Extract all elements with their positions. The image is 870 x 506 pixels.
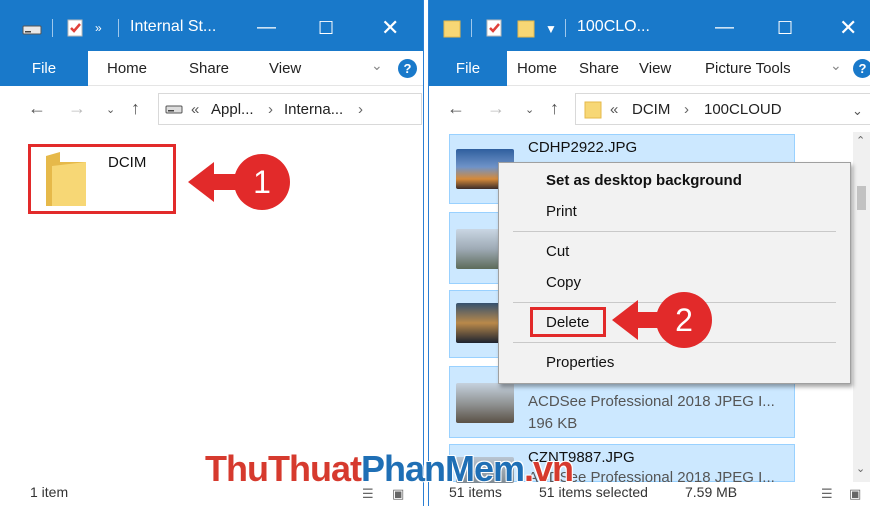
breadcrumb-2[interactable]: Interna... <box>284 101 343 118</box>
menu-item-copy[interactable]: Copy <box>546 274 581 291</box>
watermark-part-2: PhanMem <box>360 448 525 489</box>
menu-item-properties[interactable]: Properties <box>546 354 614 371</box>
left-explorer-window: » Internal St... — ☐ ✕ File Home Share V… <box>0 0 424 506</box>
expand-ribbon-icon[interactable]: ⌄ <box>371 57 383 74</box>
image-thumbnail <box>456 383 514 423</box>
step-1-arrow-badge: 1 <box>188 154 290 210</box>
tab-picture-tools[interactable]: Picture Tools <box>705 51 791 86</box>
navigation-bar: ← → ⌄ ↑ « DCIM › 100CLOUD ⌄ <box>429 86 870 132</box>
scroll-down-icon[interactable]: ⌄ <box>856 462 865 475</box>
help-icon[interactable]: ? <box>853 59 870 78</box>
menu-item-print[interactable]: Print <box>546 203 577 220</box>
close-button[interactable]: ✕ <box>381 17 399 39</box>
large-icons-view-icon[interactable]: ▣ <box>849 486 861 502</box>
scroll-thumb[interactable] <box>857 186 866 210</box>
drive-icon <box>22 25 42 35</box>
delete-highlight-box <box>530 307 606 337</box>
watermark-part-1: ThuThuat <box>205 448 362 489</box>
recent-locations-icon[interactable]: ⌄ <box>525 103 534 116</box>
tab-view[interactable]: View <box>639 51 671 86</box>
address-bar[interactable]: « Appl... › Interna... › <box>158 93 422 125</box>
step-2-arrow-badge: 2 <box>612 292 712 348</box>
up-arrow-icon[interactable]: ↑ <box>131 98 140 119</box>
properties-check-icon[interactable] <box>66 18 84 38</box>
tab-view[interactable]: View <box>269 51 301 86</box>
minimize-button[interactable]: — <box>715 18 734 38</box>
window-title: 100CLO... <box>577 18 650 35</box>
highlight-box <box>28 144 176 214</box>
maximize-button[interactable]: ☐ <box>777 18 793 38</box>
new-folder-icon[interactable] <box>517 18 535 38</box>
file-name: CDHP2922.JPG <box>528 139 638 156</box>
ribbon-tabs: File Home Share View Picture Tools ⌄ ? <box>429 51 870 86</box>
overflow-crumbs-icon[interactable]: « <box>610 101 618 118</box>
forward-arrow-icon[interactable]: → <box>68 98 86 119</box>
navigation-bar: ← → ⌄ ↑ « Appl... › Interna... › <box>0 86 423 132</box>
recent-locations-icon[interactable]: ⌄ <box>106 103 115 116</box>
tab-file[interactable]: File <box>429 51 507 86</box>
qa-overflow-icon[interactable]: » <box>95 21 102 35</box>
close-button[interactable]: ✕ <box>839 17 857 39</box>
help-icon[interactable]: ? <box>398 59 417 78</box>
tab-file[interactable]: File <box>0 51 88 86</box>
overflow-crumbs-icon[interactable]: « <box>191 101 199 118</box>
step-2-number: 2 <box>675 302 693 338</box>
chevron-right-icon: › <box>684 101 689 118</box>
breadcrumb-1[interactable]: DCIM <box>632 101 670 118</box>
step-1-number: 1 <box>253 164 271 200</box>
drive-small-icon <box>165 105 183 114</box>
chevron-right-icon: › <box>358 101 363 118</box>
folder-small-icon <box>584 101 602 119</box>
up-arrow-icon[interactable]: ↑ <box>550 98 559 119</box>
folder-small-icon <box>443 20 461 38</box>
address-bar[interactable]: « DCIM › 100CLOUD ⌄ <box>575 93 870 125</box>
back-arrow-icon[interactable]: ← <box>447 98 465 119</box>
expand-ribbon-icon[interactable]: ⌄ <box>830 57 842 74</box>
ribbon-tabs: File Home Share View ⌄ ? <box>0 51 423 86</box>
context-menu: Set as desktop background Print Cut Copy… <box>498 162 851 384</box>
item-count: 1 item <box>30 484 69 500</box>
tab-home[interactable]: Home <box>517 51 557 86</box>
watermark-logo: ThuThuatPhanMem.vn <box>205 448 574 490</box>
forward-arrow-icon[interactable]: → <box>487 98 505 119</box>
properties-check-icon[interactable] <box>485 18 503 38</box>
right-title-bar[interactable]: ▼ 100CLO... — ☐ ✕ <box>429 0 870 51</box>
customize-qa-icon[interactable]: ▼ <box>545 22 557 36</box>
vertical-scrollbar[interactable]: ⌃ ⌄ <box>853 132 870 482</box>
back-arrow-icon[interactable]: ← <box>28 98 46 119</box>
left-title-bar[interactable]: » Internal St... — ☐ ✕ <box>0 0 423 51</box>
tab-home[interactable]: Home <box>107 51 147 86</box>
menu-item-cut[interactable]: Cut <box>546 243 569 260</box>
menu-item-set-desktop-background[interactable]: Set as desktop background <box>546 172 742 189</box>
tab-share[interactable]: Share <box>189 51 229 86</box>
minimize-button[interactable]: — <box>257 18 276 38</box>
tab-share[interactable]: Share <box>579 51 619 86</box>
watermark-part-3: .vn <box>524 448 574 489</box>
menu-separator <box>513 231 836 232</box>
file-size: 196 KB <box>528 415 578 432</box>
window-title: Internal St... <box>130 18 217 35</box>
scroll-up-icon[interactable]: ⌃ <box>856 134 865 147</box>
address-dropdown-icon[interactable]: ⌄ <box>852 103 863 119</box>
maximize-button[interactable]: ☐ <box>318 18 334 38</box>
file-type: ACDSee Professional 2018 JPEG I... <box>528 393 775 410</box>
chevron-right-icon: › <box>268 101 273 118</box>
selected-size: 7.59 MB <box>685 484 738 500</box>
details-view-icon[interactable]: ☰ <box>821 486 833 502</box>
breadcrumb-1[interactable]: Appl... <box>211 101 254 118</box>
breadcrumb-2[interactable]: 100CLOUD <box>704 101 782 118</box>
